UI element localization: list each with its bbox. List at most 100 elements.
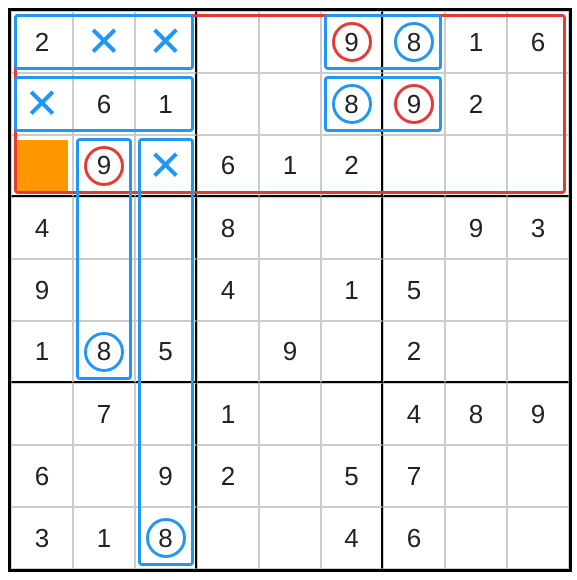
cell-6-6[interactable]: 4 bbox=[383, 383, 445, 445]
cell-7-6[interactable]: 7 bbox=[383, 445, 445, 507]
cell-0-8[interactable]: 6 bbox=[507, 11, 569, 73]
cell-3-8[interactable]: 3 bbox=[507, 197, 569, 259]
cell-6-5[interactable] bbox=[321, 383, 383, 445]
cell-2-0[interactable] bbox=[11, 135, 73, 197]
cell-7-8[interactable] bbox=[507, 445, 569, 507]
cell-1-6[interactable]: 9 bbox=[383, 73, 445, 135]
cell-value: 8 bbox=[469, 399, 483, 430]
cell-7-2[interactable]: 9 bbox=[135, 445, 197, 507]
cell-3-3[interactable]: 8 bbox=[197, 197, 259, 259]
cell-value: 3 bbox=[531, 213, 545, 244]
cell-0-6[interactable]: 8 bbox=[383, 11, 445, 73]
cell-value: 5 bbox=[344, 461, 358, 492]
cell-3-0[interactable]: 4 bbox=[11, 197, 73, 259]
cell-2-8[interactable] bbox=[507, 135, 569, 197]
cell-value: 1 bbox=[221, 399, 235, 430]
cell-5-3[interactable] bbox=[197, 321, 259, 383]
cell-4-3[interactable]: 4 bbox=[197, 259, 259, 321]
cell-value: 1 bbox=[158, 89, 172, 120]
cell-3-1[interactable] bbox=[73, 197, 135, 259]
cell-7-3[interactable]: 2 bbox=[197, 445, 259, 507]
cell-4-1[interactable] bbox=[73, 259, 135, 321]
cell-0-3[interactable] bbox=[197, 11, 259, 73]
cell-2-2[interactable]: ✕ bbox=[135, 135, 197, 197]
cell-8-4[interactable] bbox=[259, 507, 321, 569]
cell-4-8[interactable] bbox=[507, 259, 569, 321]
cell-7-7[interactable] bbox=[445, 445, 507, 507]
cell-8-0[interactable]: 3 bbox=[11, 507, 73, 569]
cell-1-7[interactable]: 2 bbox=[445, 73, 507, 135]
cell-8-8[interactable] bbox=[507, 507, 569, 569]
cell-value: 8 bbox=[344, 89, 358, 120]
cell-0-1[interactable]: ✕ bbox=[73, 11, 135, 73]
cell-1-3[interactable] bbox=[197, 73, 259, 135]
cell-4-0[interactable]: 9 bbox=[11, 259, 73, 321]
cell-5-6[interactable]: 2 bbox=[383, 321, 445, 383]
cell-2-3[interactable]: 6 bbox=[197, 135, 259, 197]
cell-5-1[interactable]: 8 bbox=[73, 321, 135, 383]
cell-3-6[interactable] bbox=[383, 197, 445, 259]
cell-value: 7 bbox=[97, 399, 111, 430]
cell-4-4[interactable] bbox=[259, 259, 321, 321]
cell-2-5[interactable]: 2 bbox=[321, 135, 383, 197]
cell-8-5[interactable]: 4 bbox=[321, 507, 383, 569]
cell-8-3[interactable] bbox=[197, 507, 259, 569]
cell-5-8[interactable] bbox=[507, 321, 569, 383]
cell-0-5[interactable]: 9 bbox=[321, 11, 383, 73]
cell-value: 1 bbox=[35, 336, 49, 367]
cell-3-2[interactable] bbox=[135, 197, 197, 259]
cell-1-0[interactable]: ✕ bbox=[11, 73, 73, 135]
cell-value: 4 bbox=[221, 275, 235, 306]
cell-2-1[interactable]: 9 bbox=[73, 135, 135, 197]
cell-1-2[interactable]: 1 bbox=[135, 73, 197, 135]
cell-4-5[interactable]: 1 bbox=[321, 259, 383, 321]
cell-6-7[interactable]: 8 bbox=[445, 383, 507, 445]
cell-3-4[interactable] bbox=[259, 197, 321, 259]
cell-6-1[interactable]: 7 bbox=[73, 383, 135, 445]
cell-3-5[interactable] bbox=[321, 197, 383, 259]
cell-0-0[interactable]: 2 bbox=[11, 11, 73, 73]
cell-value: 5 bbox=[158, 336, 172, 367]
x-mark-icon: ✕ bbox=[148, 21, 183, 63]
cell-7-1[interactable] bbox=[73, 445, 135, 507]
cell-6-3[interactable]: 1 bbox=[197, 383, 259, 445]
cell-6-8[interactable]: 9 bbox=[507, 383, 569, 445]
cell-8-7[interactable] bbox=[445, 507, 507, 569]
cell-6-0[interactable] bbox=[11, 383, 73, 445]
cell-1-5[interactable]: 8 bbox=[321, 73, 383, 135]
cell-0-7[interactable]: 1 bbox=[445, 11, 507, 73]
cell-value: 1 bbox=[344, 275, 358, 306]
cell-0-2[interactable]: ✕ bbox=[135, 11, 197, 73]
cell-2-7[interactable] bbox=[445, 135, 507, 197]
cell-8-2[interactable]: 8 bbox=[135, 507, 197, 569]
cell-8-6[interactable]: 6 bbox=[383, 507, 445, 569]
cell-2-6[interactable] bbox=[383, 135, 445, 197]
cell-4-6[interactable]: 5 bbox=[383, 259, 445, 321]
cell-5-0[interactable]: 1 bbox=[11, 321, 73, 383]
cell-6-4[interactable] bbox=[259, 383, 321, 445]
cell-5-4[interactable]: 9 bbox=[259, 321, 321, 383]
cell-value: 6 bbox=[97, 89, 111, 120]
cell-1-1[interactable]: 6 bbox=[73, 73, 135, 135]
cell-7-4[interactable] bbox=[259, 445, 321, 507]
cell-4-7[interactable] bbox=[445, 259, 507, 321]
cell-7-0[interactable]: 6 bbox=[11, 445, 73, 507]
cell-value: 4 bbox=[344, 523, 358, 554]
cell-value: 9 bbox=[35, 275, 49, 306]
cell-8-1[interactable]: 1 bbox=[73, 507, 135, 569]
cell-1-4[interactable] bbox=[259, 73, 321, 135]
cell-7-5[interactable]: 5 bbox=[321, 445, 383, 507]
cell-3-7[interactable]: 9 bbox=[445, 197, 507, 259]
cell-5-2[interactable]: 5 bbox=[135, 321, 197, 383]
cell-4-2[interactable] bbox=[135, 259, 197, 321]
cell-value: 1 bbox=[469, 27, 483, 58]
cell-1-8[interactable] bbox=[507, 73, 569, 135]
cell-value: 6 bbox=[221, 150, 235, 181]
cell-value: 8 bbox=[407, 27, 421, 58]
cell-5-7[interactable] bbox=[445, 321, 507, 383]
cell-0-4[interactable] bbox=[259, 11, 321, 73]
cell-6-2[interactable] bbox=[135, 383, 197, 445]
cell-value: 9 bbox=[283, 336, 297, 367]
cell-2-4[interactable]: 1 bbox=[259, 135, 321, 197]
cell-5-5[interactable] bbox=[321, 321, 383, 383]
